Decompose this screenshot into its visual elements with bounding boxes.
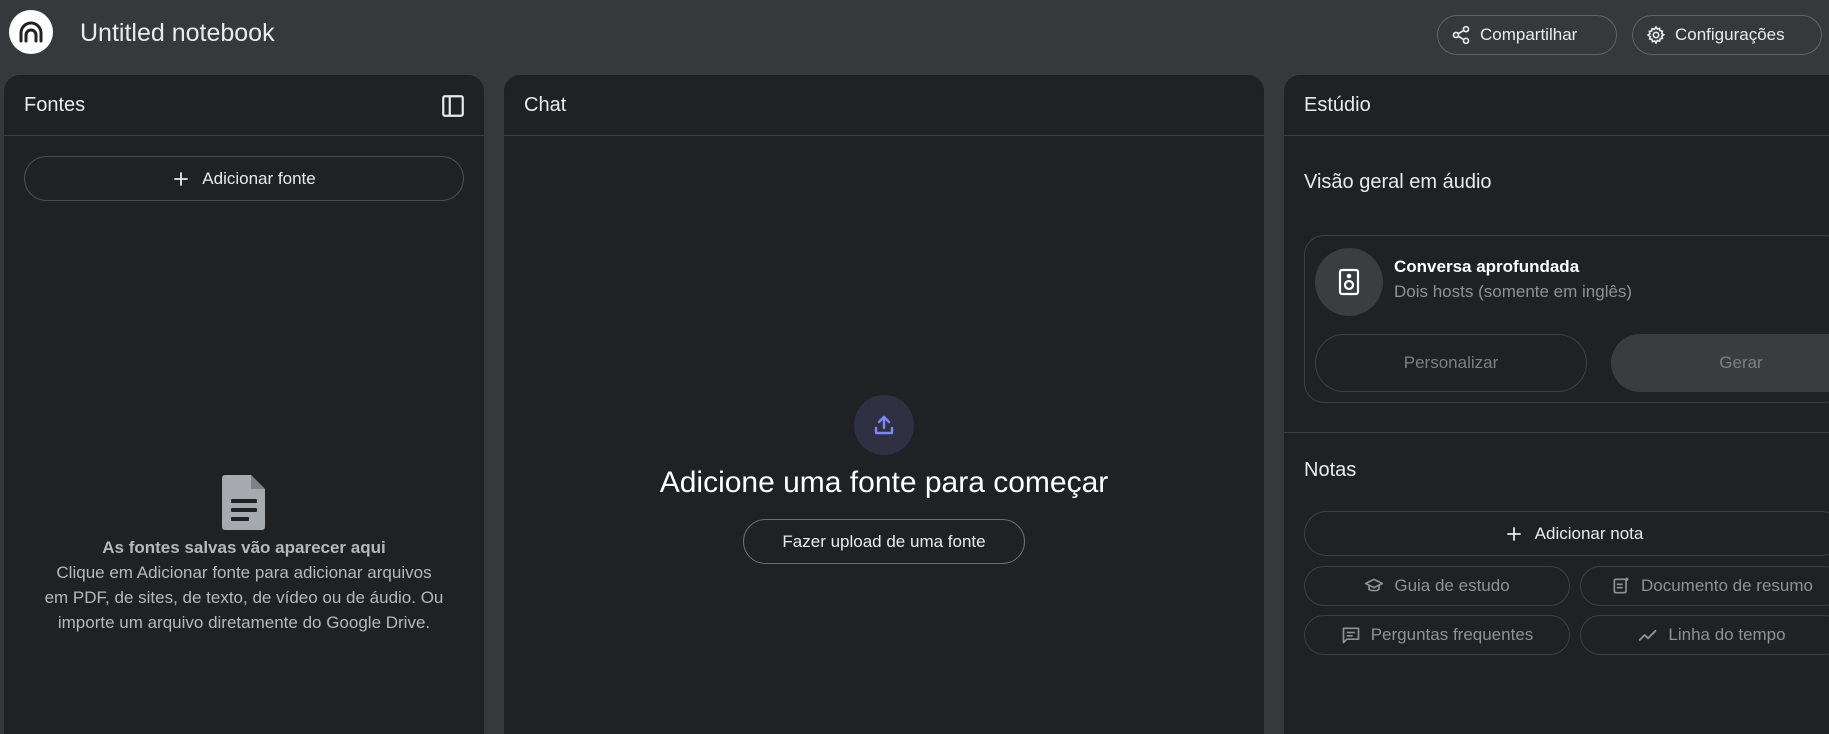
faq-label: Perguntas frequentes — [1370, 625, 1534, 644]
studio-panel: Estúdio Visão geral em áudio Conversa ap… — [1284, 75, 1829, 734]
studio-header: Estúdio — [1284, 75, 1829, 136]
gear-icon — [1646, 25, 1666, 45]
settings-button[interactable]: Configurações — [1632, 15, 1822, 55]
notes-title: Notas — [1304, 459, 1357, 481]
sources-empty-line-2: em PDF, de sites, de texto, de vídeo ou … — [44, 588, 444, 607]
upload-source-button[interactable]: Fazer upload de uma fonte — [743, 519, 1025, 564]
sources-panel: Fontes Adicionar fonte As fontes salvas … — [4, 75, 484, 734]
settings-label: Configurações — [1675, 25, 1785, 44]
trending-line-icon — [1639, 629, 1657, 641]
timeline-label: Linha do tempo — [1668, 625, 1786, 644]
sources-header: Fontes — [4, 75, 484, 136]
generate-button[interactable]: Gerar — [1611, 334, 1829, 392]
chat-empty-title: Adicione uma fonte para começar — [659, 466, 1109, 499]
summary-document-label: Documento de resumo — [1641, 576, 1813, 595]
notebook-title[interactable]: Untitled notebook — [80, 19, 275, 48]
plus-icon — [174, 171, 189, 186]
faq-button[interactable]: Perguntas frequentes — [1304, 615, 1570, 655]
chat-header: Chat — [504, 75, 1264, 136]
customize-button[interactable]: Personalizar — [1315, 334, 1587, 392]
sources-empty-line-3: importe um arquivo diretamente do Google… — [57, 613, 431, 632]
sources-title: Fontes — [24, 93, 86, 116]
studio-title: Estúdio — [1304, 93, 1371, 116]
plus-icon — [1506, 526, 1521, 541]
document-sparkle-icon — [1613, 577, 1629, 594]
upload-icon — [854, 395, 914, 455]
add-note-label: Adicionar nota — [1534, 523, 1644, 543]
app-header: Untitled notebook Compartilhar Configura… — [0, 0, 1829, 70]
document-icon — [222, 475, 265, 530]
share-icon — [1452, 25, 1470, 45]
audio-card-subtitle: Dois hosts (somente em inglês) — [1394, 282, 1633, 301]
audio-overview-title: Visão geral em áudio — [1304, 171, 1492, 193]
sources-empty-line-1: Clique em Adicionar fonte para adicionar… — [56, 563, 432, 582]
add-source-label: Adicionar fonte — [202, 168, 316, 188]
study-guide-label: Guia de estudo — [1394, 576, 1510, 595]
share-label: Compartilhar — [1480, 25, 1578, 44]
study-guide-button[interactable]: Guia de estudo — [1304, 566, 1570, 606]
graduation-cap-icon — [1365, 578, 1384, 592]
sidebar-collapse-icon[interactable] — [440, 93, 466, 119]
sources-empty-state: As fontes salvas vão aparecer aqui Cliqu… — [14, 473, 474, 635]
timeline-button[interactable]: Linha do tempo — [1580, 615, 1829, 655]
chat-lines-icon — [1342, 627, 1360, 644]
summary-document-button[interactable]: Documento de resumo — [1580, 566, 1829, 606]
add-note-button[interactable]: Adicionar nota — [1304, 511, 1829, 556]
sources-empty-title: As fontes salvas vão aparecer aqui — [102, 538, 386, 557]
notebooklm-logo-icon[interactable] — [9, 10, 53, 54]
audio-overview-card: Conversa aprofundada Dois hosts (somente… — [1304, 235, 1829, 403]
studio-divider — [1284, 432, 1829, 433]
add-source-button[interactable]: Adicionar fonte — [24, 156, 464, 201]
chat-title: Chat — [524, 93, 567, 116]
share-button[interactable]: Compartilhar — [1437, 15, 1617, 55]
speaker-icon — [1315, 248, 1383, 316]
audio-card-title: Conversa aprofundada — [1394, 257, 1580, 276]
chat-panel: Chat Adicione uma fonte para começar Faz… — [504, 75, 1264, 734]
